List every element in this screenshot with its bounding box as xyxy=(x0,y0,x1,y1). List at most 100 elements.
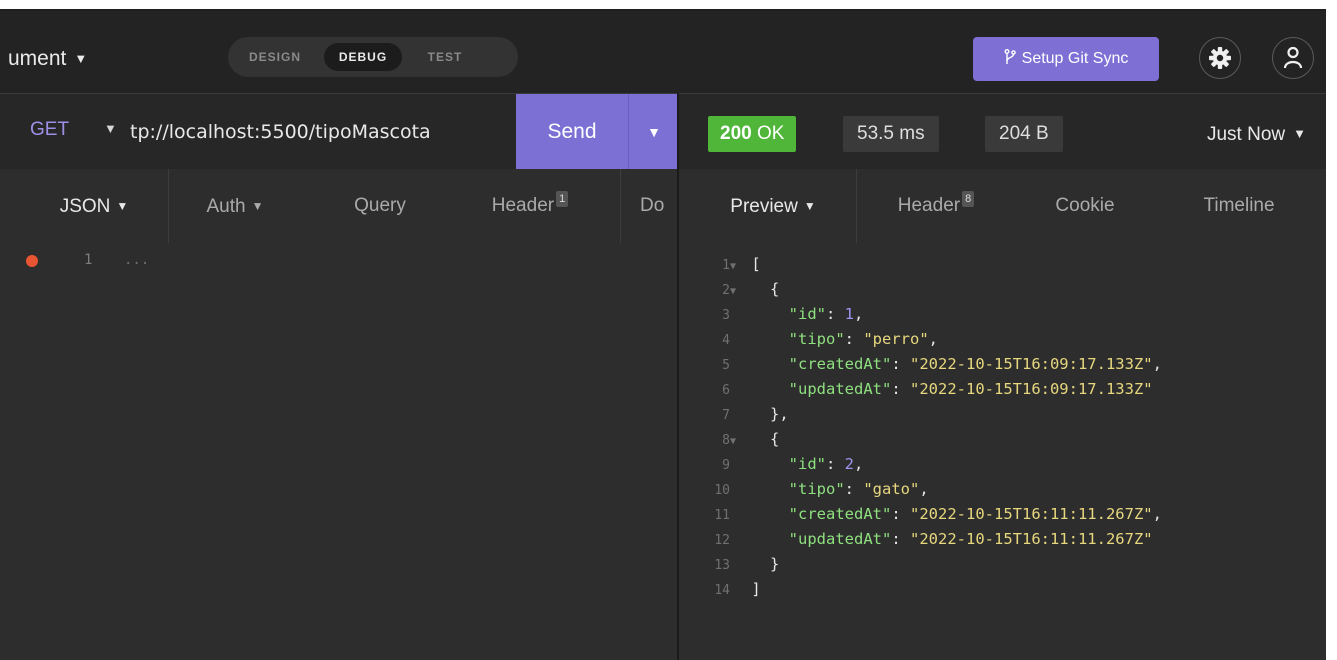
tab-response-header-label: Header xyxy=(897,195,961,216)
code-line: 14 ] xyxy=(696,577,1162,602)
json-punctuation: }, xyxy=(770,405,789,423)
document-selector[interactable]: ument ▼ xyxy=(8,47,87,71)
fold-arrow-icon[interactable]: ▼ xyxy=(730,254,742,279)
setup-git-sync-button[interactable]: Setup Git Sync xyxy=(973,37,1159,81)
tab-divider xyxy=(620,169,621,243)
line-number: 5 xyxy=(722,358,730,373)
git-icon xyxy=(1004,49,1016,64)
history-selector[interactable]: Just Now ▼ xyxy=(1207,124,1306,146)
line-number: 2 xyxy=(722,283,730,298)
send-options-button[interactable]: ▼ xyxy=(628,94,679,170)
line-number: 7 xyxy=(722,408,730,423)
method-selector[interactable]: GET xyxy=(30,119,69,141)
line-number: 10 xyxy=(714,483,730,498)
line-number: 11 xyxy=(714,508,730,523)
account-icon xyxy=(1283,46,1303,69)
mode-tab-design[interactable]: DESIGN xyxy=(238,43,312,71)
tab-preview-label: Preview xyxy=(730,196,798,217)
code-line: 7 }, xyxy=(696,402,1162,427)
status-code: 200 xyxy=(720,123,752,144)
json-value: "2022-10-15T16:11:11.267Z" xyxy=(910,505,1153,523)
tab-response-header[interactable]: Header 8 xyxy=(864,169,1008,243)
chevron-down-icon: ▼ xyxy=(74,51,88,66)
tab-auth-label: Auth xyxy=(206,196,246,217)
json-comma: , xyxy=(1152,505,1162,523)
json-value: "perro" xyxy=(863,330,929,348)
code-line: 13 } xyxy=(696,552,1162,577)
chevron-down-icon: ▼ xyxy=(1293,126,1306,141)
json-comma: , xyxy=(928,330,939,348)
chevron-down-icon[interactable]: ▼ xyxy=(104,121,117,136)
request-tabs: JSON ▼ Auth ▼ Query Header 1 Do xyxy=(0,169,678,244)
json-comma: , xyxy=(919,480,929,498)
json-value: "2022-10-15T16:11:11.267Z" xyxy=(910,530,1153,548)
tab-preview[interactable]: Preview ▼ xyxy=(690,169,856,243)
line-number: 14 xyxy=(714,583,730,598)
json-comma: , xyxy=(1152,355,1162,373)
pane-splitter[interactable] xyxy=(677,93,679,660)
history-label: Just Now xyxy=(1206,124,1286,145)
line-number: 1 xyxy=(722,258,730,273)
code-line: 6 "updatedAt": "2022-10-15T16:09:17.133Z… xyxy=(696,377,1162,402)
account-button[interactable] xyxy=(1272,37,1314,79)
json-punctuation: [ xyxy=(751,255,761,273)
request-bar: GET ▼ Send ▼ xyxy=(0,93,679,171)
mode-switch: DESIGN DEBUG TEST xyxy=(228,37,518,77)
document-name: ument xyxy=(8,47,67,70)
tab-auth[interactable]: Auth ▼ xyxy=(170,169,300,243)
chevron-down-icon: ▼ xyxy=(251,199,264,213)
json-colon: : xyxy=(891,505,910,523)
json-colon: : xyxy=(844,330,864,348)
url-input[interactable] xyxy=(130,116,520,148)
fold-arrow-icon[interactable]: ▼ xyxy=(730,279,742,304)
json-colon: : xyxy=(826,455,845,473)
json-value: "2022-10-15T16:09:17.133Z" xyxy=(910,380,1153,398)
chevron-down-icon: ▼ xyxy=(116,199,129,213)
code-line: 8▼ { xyxy=(696,427,1162,452)
json-colon: : xyxy=(891,355,910,373)
json-comma: , xyxy=(854,305,864,323)
json-key: "id" xyxy=(788,305,826,323)
chevron-down-icon: ▼ xyxy=(803,199,816,213)
setup-git-sync-label: Setup Git Sync xyxy=(1021,50,1129,67)
code-line: 3 "id": 1, xyxy=(696,302,1162,327)
tab-timeline[interactable]: Timeline xyxy=(1174,169,1304,243)
tab-timeline-label: Timeline xyxy=(1203,195,1275,216)
response-tabs: Preview ▼ Header 8 Cookie Timeline xyxy=(678,169,1326,244)
fold-placeholder: ... xyxy=(124,252,150,268)
status-badge: 200 OK xyxy=(708,116,797,152)
tab-cookie-label: Cookie xyxy=(1055,195,1115,216)
tab-json[interactable]: JSON ▼ xyxy=(20,169,168,243)
request-body-editor[interactable]: 1 ... xyxy=(0,243,678,660)
json-punctuation: { xyxy=(770,280,780,298)
send-button[interactable]: Send xyxy=(516,94,628,170)
line-number: 8 xyxy=(722,433,730,448)
json-key: "tipo" xyxy=(788,330,845,348)
tab-query[interactable]: Query xyxy=(330,169,430,243)
response-size: 204 B xyxy=(985,116,1063,152)
mode-tab-test[interactable]: TEST xyxy=(416,43,474,71)
header-count-badge: 1 xyxy=(556,191,569,207)
tab-cookie[interactable]: Cookie xyxy=(1030,169,1140,243)
response-time: 53.5 ms xyxy=(843,116,939,152)
mode-tab-debug[interactable]: DEBUG xyxy=(324,43,402,71)
settings-button[interactable] xyxy=(1199,37,1241,79)
tab-docs[interactable]: Do xyxy=(640,169,677,243)
chevron-down-icon: ▼ xyxy=(647,124,661,140)
fold-arrow-icon[interactable]: ▼ xyxy=(730,429,742,454)
json-punctuation: ] xyxy=(751,580,761,598)
line-number: 1 xyxy=(84,252,93,268)
json-punctuation: } xyxy=(770,555,780,573)
code-line: 12 "updatedAt": "2022-10-15T16:11:11.267… xyxy=(696,527,1162,552)
json-key: "updatedAt" xyxy=(788,530,892,548)
line-number: 9 xyxy=(722,458,730,473)
json-colon: : xyxy=(826,305,845,323)
tab-header[interactable]: Header 1 xyxy=(460,169,600,243)
